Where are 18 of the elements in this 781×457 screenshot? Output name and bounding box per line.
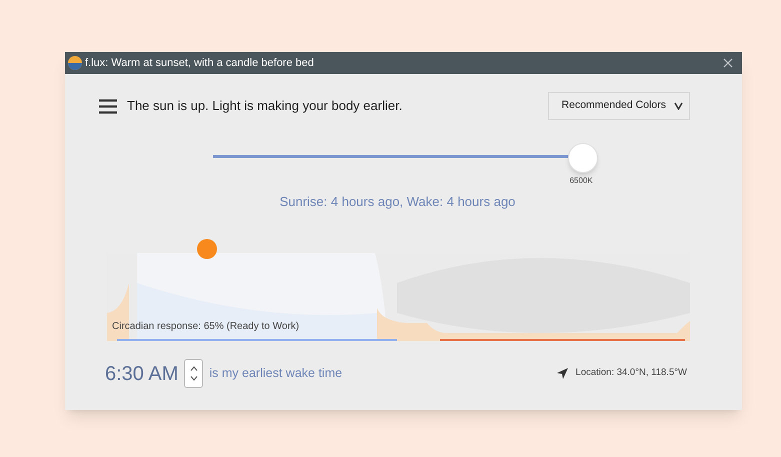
time-spinner[interactable] <box>184 359 204 388</box>
status-text: The sun is up. Light is making your body earlier. <box>127 97 402 116</box>
slider-thumb[interactable] <box>568 143 598 173</box>
wake-time: 6:30 AM <box>105 362 178 386</box>
graph-caption: Circadian response: 65% (Ready to Work) <box>112 320 300 334</box>
location-arrow-icon <box>556 368 568 379</box>
temperature-reading: 6500K <box>570 175 593 187</box>
wake-label: is my earliest wake time <box>209 365 342 382</box>
menu-icon[interactable] <box>99 98 117 114</box>
location-text: Location: 34.0°N, 118.5°W <box>576 366 687 380</box>
sun-icon <box>197 238 217 258</box>
window-title: f.lux: Warm at sunset, with a candle before bed <box>85 56 314 71</box>
app-logo-icon <box>68 56 82 70</box>
sun-info-text: Sunrise: 4 hours ago, Wake: 4 hours ago <box>278 193 516 211</box>
color-dropdown[interactable]: Recommended Colors <box>548 92 690 120</box>
down-caret-icon[interactable] <box>190 376 198 381</box>
chevron-down-icon <box>674 102 683 110</box>
up-caret-icon[interactable] <box>190 366 198 371</box>
